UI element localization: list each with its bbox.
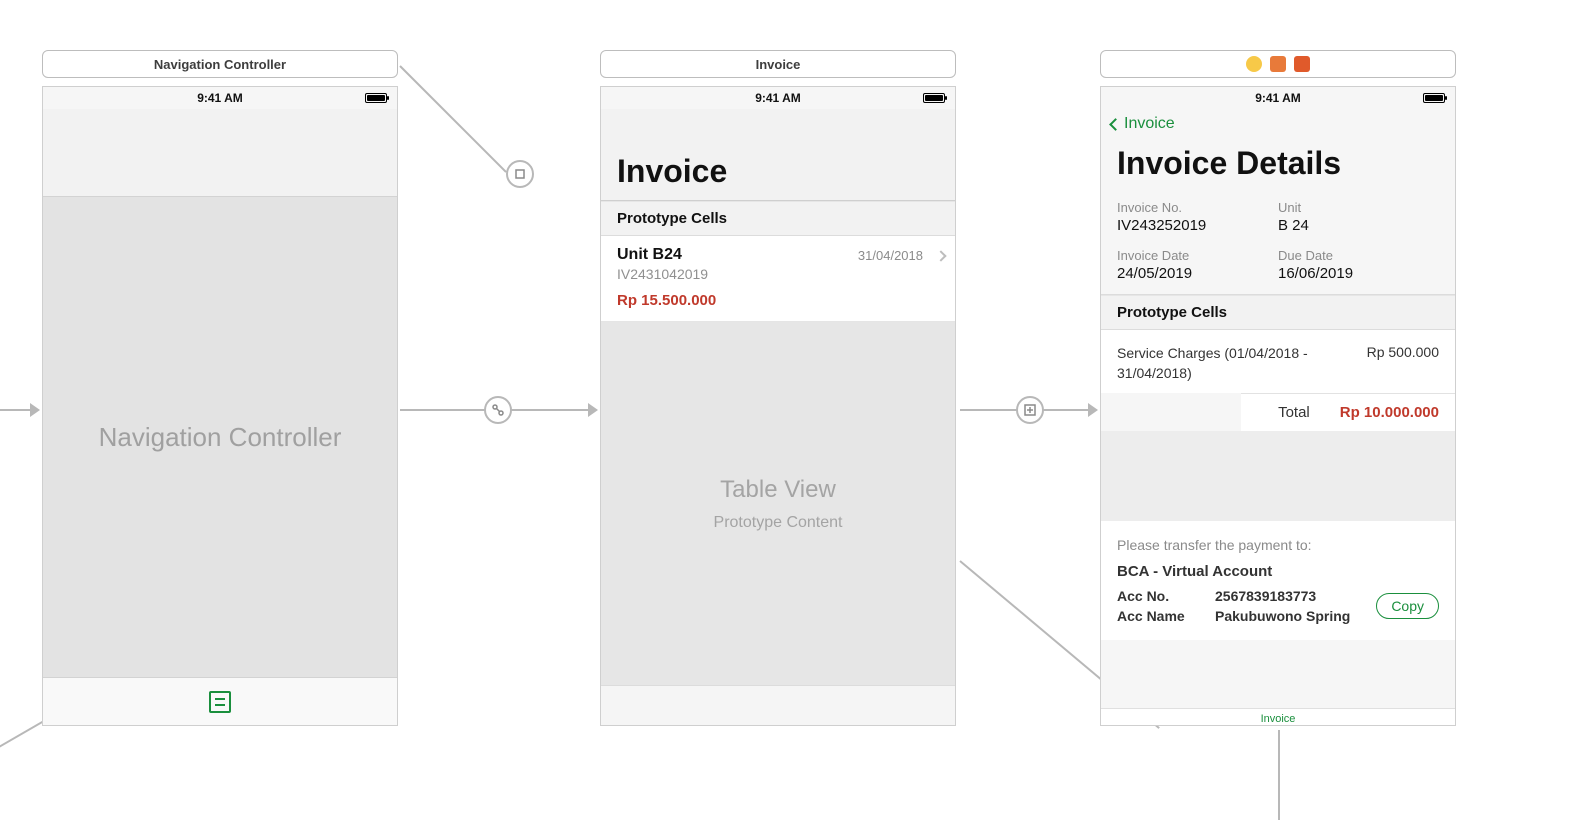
placeholder-subtitle: Prototype Content [714, 514, 843, 532]
phone-frame: 9:41 AM Invoice Invoice Details Invoice … [1100, 86, 1456, 726]
scene-title[interactable]: Navigation Controller [42, 50, 398, 78]
copy-button[interactable]: Copy [1376, 593, 1439, 619]
invoice-no-label: Invoice No. [1117, 200, 1278, 215]
cube-orange-icon [1270, 56, 1286, 72]
phone-frame: 9:41 AM Navigation Controller [42, 86, 398, 726]
segue-badge-push[interactable] [1016, 396, 1044, 424]
placeholder-label: Navigation Controller [99, 422, 342, 453]
battery-icon [923, 93, 945, 103]
unit-label: Unit [1278, 200, 1439, 215]
circle-yellow-icon [1246, 56, 1262, 72]
arrowhead-icon [1088, 403, 1098, 417]
total-amount: Rp 10.000.000 [1340, 404, 1439, 421]
navigation-bar-placeholder [43, 109, 397, 197]
line-item-desc: Service Charges (01/04/2018 - 31/04/2018… [1117, 344, 1310, 383]
segue-line [399, 65, 506, 172]
chevron-left-icon[interactable] [1109, 118, 1122, 131]
exit-orange-icon [1294, 56, 1310, 72]
cell-invoice-code: IV2431042019 [617, 266, 939, 282]
acc-name-label: Acc Name [1117, 608, 1207, 624]
phone-frame: 9:41 AM Invoice Prototype Cells Unit B24… [600, 86, 956, 726]
status-time: 9:41 AM [1133, 91, 1423, 105]
scene-invoice-list[interactable]: Invoice 9:41 AM Invoice Prototype Cells … [600, 50, 956, 726]
navigation-bar: Invoice [1101, 109, 1455, 139]
battery-icon [365, 93, 387, 103]
section-header: Prototype Cells [1101, 295, 1455, 330]
back-button[interactable]: Invoice [1124, 115, 1175, 133]
invoice-list-cell[interactable]: Unit B24 31/04/2018 IV2431042019 Rp 15.5… [601, 236, 955, 322]
invoice-date-label: Invoice Date [1117, 248, 1278, 263]
arrowhead-icon [30, 403, 40, 417]
status-bar: 9:41 AM [601, 87, 955, 109]
invoice-no-value: IV243252019 [1117, 217, 1278, 234]
cell-amount: Rp 15.500.000 [617, 292, 939, 309]
scene-title-label: Navigation Controller [154, 57, 286, 72]
acc-no-value: 2567839183773 [1215, 588, 1368, 604]
scene-invoice-details[interactable]: 9:41 AM Invoice Invoice Details Invoice … [1100, 50, 1456, 726]
payment-instructions: Please transfer the payment to: BCA - Vi… [1101, 521, 1455, 640]
segue-badge-relationship[interactable] [484, 396, 512, 424]
navigation-controller-body: Navigation Controller [43, 197, 397, 677]
cell-date: 31/04/2018 [858, 248, 923, 263]
invoice-meta: Invoice No. IV243252019 Unit B 24 Invoic… [1101, 192, 1455, 295]
status-time: 9:41 AM [75, 91, 365, 105]
storyboard-canvas[interactable]: Navigation Controller 9:41 AM Navigation… [0, 0, 1576, 824]
line-item-amount: Rp 500.000 [1367, 344, 1439, 383]
tab-bar [43, 677, 397, 725]
section-header: Prototype Cells [601, 201, 955, 236]
cell-unit: Unit B24 [617, 246, 682, 264]
scene-title-label: Invoice [756, 57, 801, 72]
unit-value: B 24 [1278, 217, 1439, 234]
status-time: 9:41 AM [633, 91, 923, 105]
invoice-date-value: 24/05/2019 [1117, 265, 1278, 282]
total-row: Total Rp 10.000.000 [1241, 393, 1455, 431]
tab-bar-item[interactable]: Invoice [1101, 708, 1455, 725]
scene-title[interactable] [1100, 50, 1456, 78]
navigation-bar: Invoice [601, 109, 955, 201]
segue-line [1278, 730, 1280, 820]
tab-bar-placeholder [601, 685, 955, 725]
acc-name-value: Pakubuwono Spring [1215, 608, 1368, 624]
due-date-value: 16/06/2019 [1278, 265, 1439, 282]
line-item-row: Service Charges (01/04/2018 - 31/04/2018… [1101, 330, 1455, 393]
list-icon[interactable] [209, 691, 231, 713]
placeholder-title: Table View [720, 476, 836, 504]
scene-navigation-controller[interactable]: Navigation Controller 9:41 AM Navigation… [42, 50, 398, 726]
status-bar: 9:41 AM [1101, 87, 1455, 109]
total-label: Total [1278, 404, 1310, 421]
arrowhead-icon [588, 403, 598, 417]
segue-badge-present[interactable] [506, 160, 534, 188]
status-bar: 9:41 AM [43, 87, 397, 109]
due-date-label: Due Date [1278, 248, 1439, 263]
battery-icon [1423, 93, 1445, 103]
payment-hint: Please transfer the payment to: [1117, 537, 1439, 553]
page-title: Invoice Details [1117, 145, 1439, 182]
scene-title[interactable]: Invoice [600, 50, 956, 78]
table-view-placeholder: Table View Prototype Content [601, 322, 955, 685]
payment-bank: BCA - Virtual Account [1117, 563, 1439, 580]
acc-no-label: Acc No. [1117, 588, 1207, 604]
spacer [1101, 431, 1455, 521]
page-title: Invoice [617, 153, 939, 190]
